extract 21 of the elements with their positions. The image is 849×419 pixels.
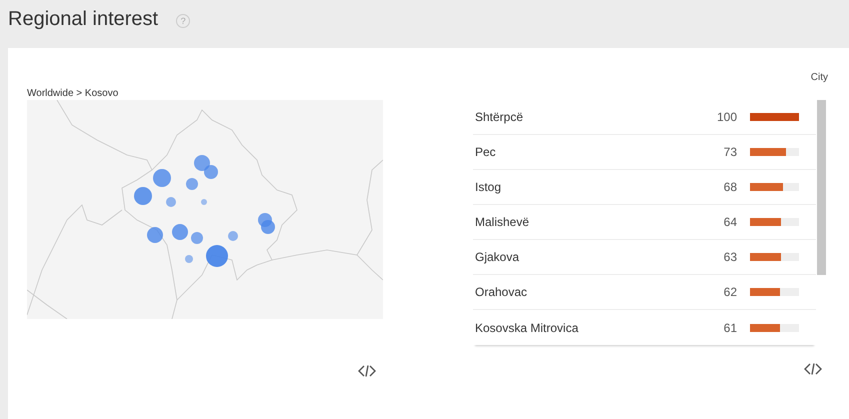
help-icon[interactable]: ?	[176, 14, 190, 28]
city-name: Malishevë	[475, 215, 530, 229]
embed-code-icon[interactable]	[804, 363, 822, 375]
embed-code-icon[interactable]	[358, 365, 376, 377]
interest-value: 63	[722, 250, 737, 264]
interest-value: 62	[722, 285, 737, 299]
interest-value: 73	[722, 145, 737, 159]
city-name: Istog	[475, 180, 502, 194]
city-name: Kosovska Mitrovica	[475, 320, 580, 334]
interest-value: 100	[716, 110, 737, 124]
city-name: Gjakova	[475, 250, 520, 264]
city-name: Shtërpcë	[475, 110, 524, 124]
interest-value: 61	[722, 320, 737, 334]
breadcrumb: Worldwide > Kosovo	[27, 88, 118, 100]
interest-value: 64	[722, 215, 737, 229]
interest-value: 68	[722, 180, 737, 194]
scrollbar[interactable]	[817, 100, 826, 275]
section-title: Regional interest	[8, 8, 158, 30]
city-name: Pec	[475, 145, 497, 159]
column-label: City	[810, 72, 828, 84]
city-name: Orahovac	[475, 285, 528, 299]
